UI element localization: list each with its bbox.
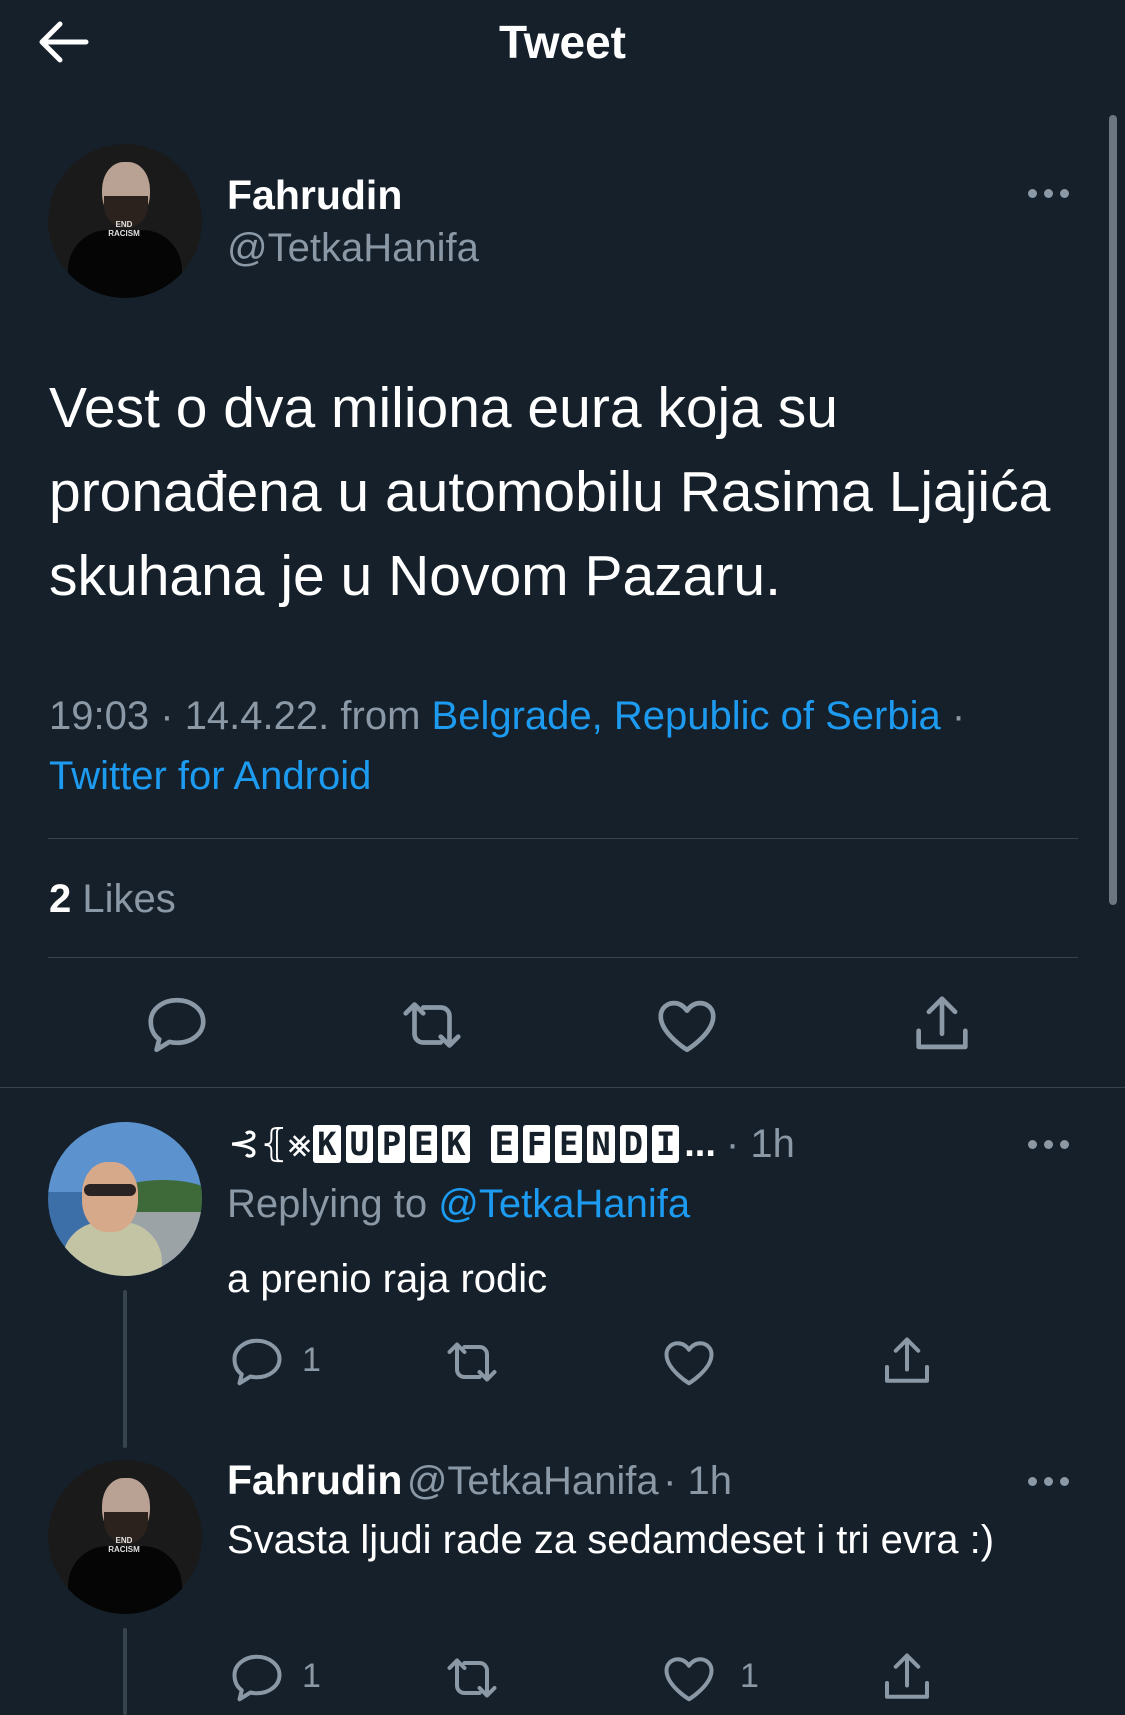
retweet-button[interactable] — [442, 1332, 502, 1392]
reply-button[interactable] — [227, 1648, 287, 1708]
more-icon[interactable] — [1028, 1136, 1076, 1152]
scrollbar[interactable] — [1109, 115, 1117, 905]
reply-time[interactable]: · 1h — [726, 1120, 795, 1168]
retweet-button[interactable] — [397, 990, 467, 1060]
like-button[interactable] — [659, 1332, 719, 1392]
like-button[interactable] — [652, 990, 722, 1060]
share-button[interactable] — [877, 1332, 937, 1392]
reply-button[interactable] — [142, 990, 212, 1060]
reply-text: a prenio raja rodic — [227, 1257, 548, 1301]
reply-author-row: Fahrudin @TetkaHanifa · 1h — [227, 1455, 732, 1505]
tweet-time: 19:03 — [49, 694, 150, 738]
reply-count: 1 — [302, 1341, 321, 1379]
retweet-icon — [447, 1342, 497, 1382]
replying-handle-link[interactable]: @TetkaHanifa — [438, 1182, 690, 1226]
retweet-button[interactable] — [442, 1648, 502, 1708]
more-icon[interactable] — [1028, 185, 1076, 201]
tweet-text: Vest o dva miliona eura koja su pronađen… — [49, 376, 1051, 608]
share-icon — [916, 996, 968, 1050]
reply-time[interactable]: · 1h — [663, 1459, 732, 1503]
thread-line — [123, 1628, 127, 1715]
reply-icon — [148, 997, 206, 1053]
divider — [48, 957, 1078, 958]
author-name[interactable]: Fahrudin — [227, 170, 402, 220]
reply-avatar[interactable] — [48, 1122, 202, 1276]
likes-link[interactable]: 2 Likes — [49, 874, 176, 924]
reply-button[interactable] — [227, 1332, 287, 1392]
retweet-icon — [447, 1658, 497, 1698]
more-icon[interactable] — [1028, 1473, 1076, 1489]
author-handle[interactable]: @TetkaHanifa — [227, 224, 479, 272]
share-button[interactable] — [877, 1648, 937, 1708]
tweet-location-link[interactable]: Belgrade, Republic of Serbia — [432, 694, 941, 738]
divider — [48, 838, 1078, 839]
tweet-meta: 19:03 · 14.4.22. from Belgrade, Republic… — [49, 694, 966, 798]
like-icon — [664, 1341, 714, 1386]
tweet-client-link[interactable]: Twitter for Android — [49, 754, 371, 798]
retweet-icon — [403, 1002, 461, 1048]
reply-text: Svasta ljudi rade za sedamdeset i tri ev… — [227, 1518, 995, 1562]
thread-line — [123, 1290, 127, 1448]
like-icon — [664, 1657, 714, 1702]
share-icon — [885, 1337, 929, 1383]
tweet-date: 14.4.22. — [184, 694, 330, 738]
divider — [0, 1087, 1125, 1088]
reply-icon — [232, 1654, 282, 1702]
like-icon — [658, 1000, 716, 1053]
like-count: 1 — [740, 1657, 759, 1695]
page-title: Tweet — [499, 16, 626, 68]
reply-author-name[interactable]: Fahrudin — [227, 1457, 402, 1503]
share-icon — [885, 1653, 929, 1699]
share-button[interactable] — [907, 990, 977, 1060]
reply-count: 1 — [302, 1657, 321, 1695]
reply-icon — [232, 1338, 282, 1386]
author-avatar[interactable]: END RACISM — [48, 144, 202, 298]
reply-avatar[interactable]: END RACISM — [48, 1460, 202, 1614]
replying-to: Replying to @TetkaHanifa — [227, 1182, 691, 1226]
reply-author-handle[interactable]: @TetkaHanifa — [407, 1459, 659, 1503]
likes-count: 2 — [49, 877, 72, 921]
like-button[interactable] — [659, 1648, 719, 1708]
reply-author-name[interactable]: ⊰⦃⨳ KUPEK EFENDI ... · 1h — [228, 1118, 795, 1170]
likes-label: Likes — [82, 877, 176, 921]
